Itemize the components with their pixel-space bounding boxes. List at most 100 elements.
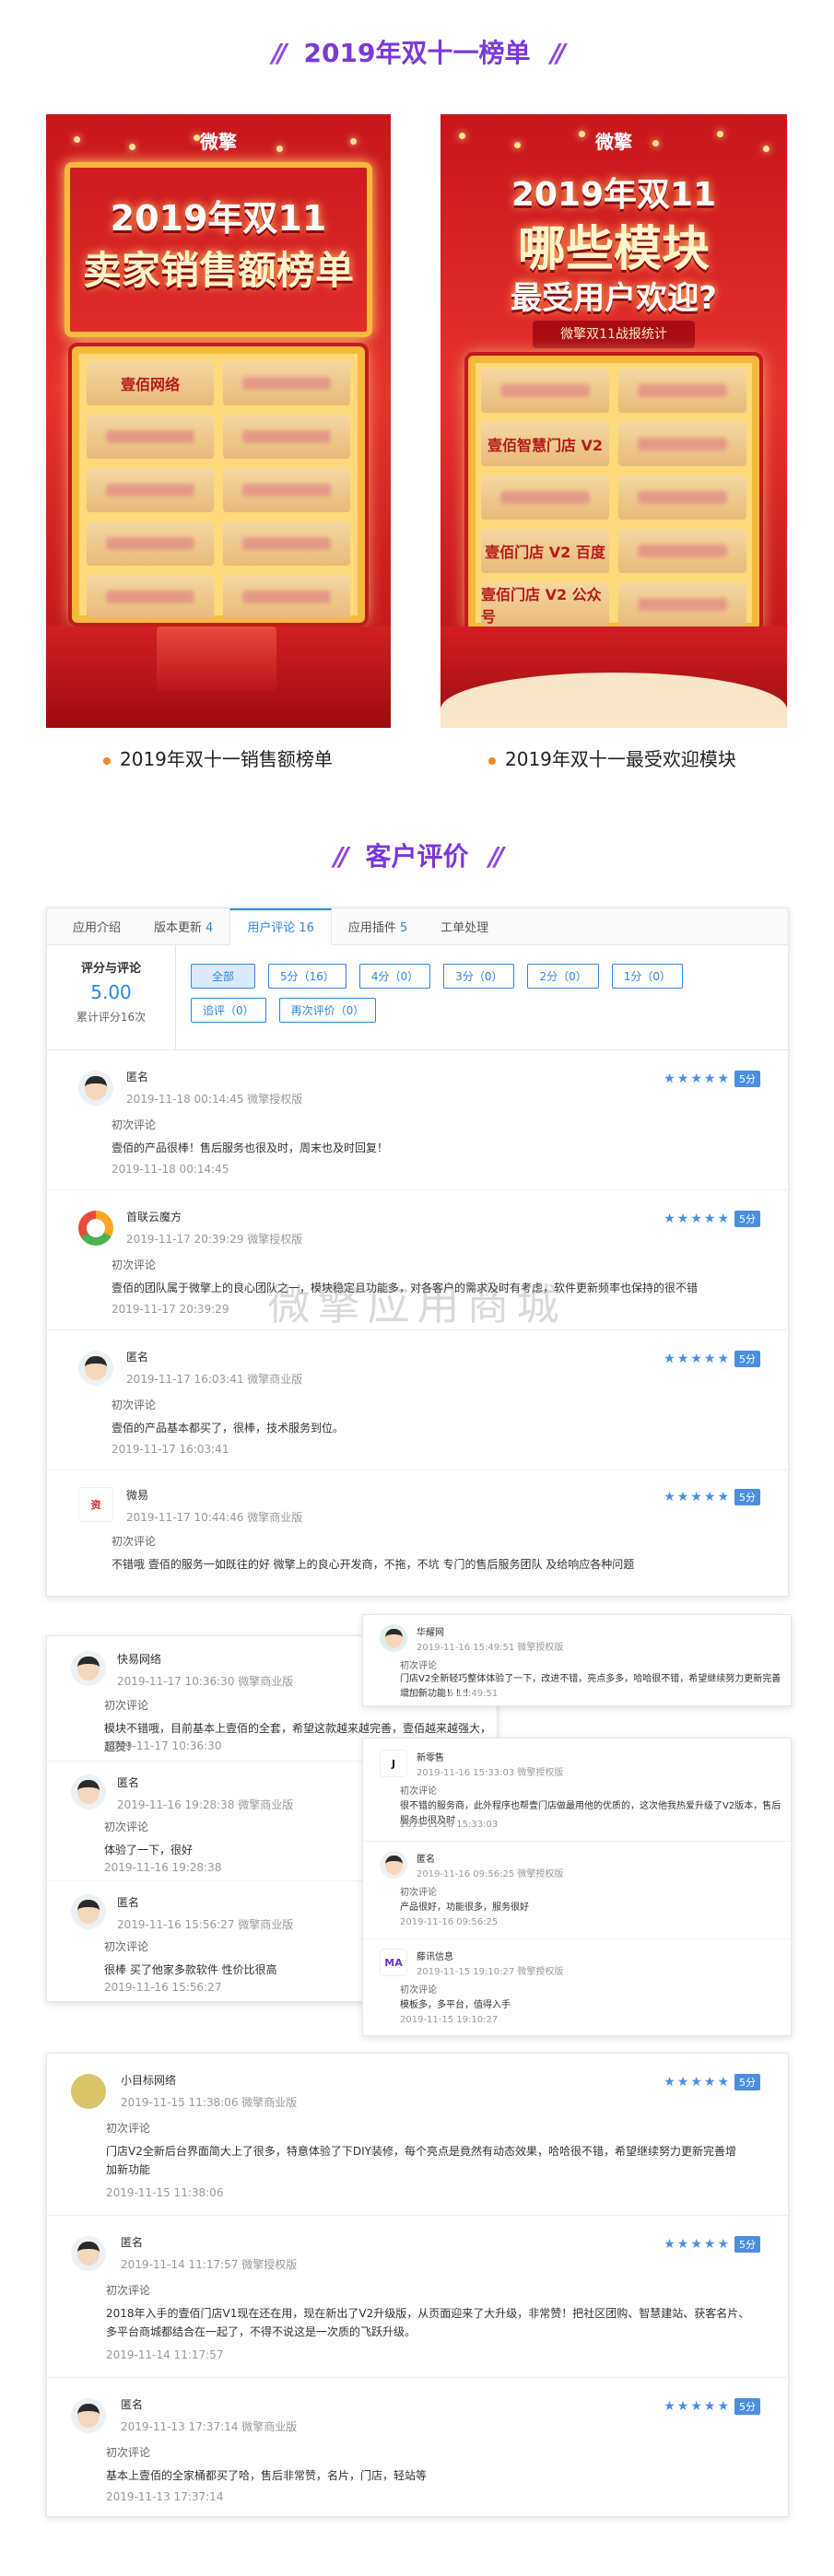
avatar-logo: J xyxy=(380,1750,407,1777)
review-kind: 初次评论 xyxy=(104,1940,149,1953)
ranking-cell-blurred xyxy=(223,468,350,512)
review-meta: 2019-11-14 11:17:57 微擎授权版 xyxy=(121,2258,298,2271)
review-user: 匿名 xyxy=(117,1896,140,1909)
avatar xyxy=(71,1774,106,1809)
poster-headline-2: 卖家销售额榜单 xyxy=(82,248,354,293)
review-kind: 初次评论 xyxy=(400,1786,437,1797)
module-cell-blurred xyxy=(618,422,746,466)
avatar-logo: MA xyxy=(380,1949,407,1976)
poster-headline-2: 哪些模块 xyxy=(517,222,710,277)
avatar xyxy=(71,1894,106,1929)
module-cell-blurred xyxy=(618,582,746,626)
tab-bar: 应用介绍 版本更新 4 用户评论 16 应用插件 5 工单处理 xyxy=(47,908,788,945)
rating-title: 评分与评论 xyxy=(80,962,141,976)
review-item: 小目标网络 2019-11-15 11:38:06 微擎商业版 初次评论 门店V… xyxy=(47,2054,788,2216)
module-cell: 壹佰门店 V2 公众号 xyxy=(481,582,609,626)
review-item: 匿名 2019-11-18 00:14:45 微擎授权版 初次评论 壹佰的产品很… xyxy=(47,1050,788,1190)
rating-stars: ★★★★★ 5分 xyxy=(664,1071,760,1087)
review-panel-collage-top-right: 华耀网 2019-11-16 15:49:51 微擎授权版 初次评论 门店V2全… xyxy=(362,1614,792,1706)
filter-2-star[interactable]: 2分（0） xyxy=(527,964,599,989)
review-text: 产品很好，功能很多，服务很好 xyxy=(400,1903,529,1913)
review-kind: 初次评论 xyxy=(106,2446,151,2459)
bullet-dot xyxy=(488,756,496,765)
poster-headline-1: 2019年双11 xyxy=(110,198,327,239)
avatar xyxy=(71,1651,106,1686)
review-user: 藤讯信息 xyxy=(417,1952,453,1962)
review-user: 新零售 xyxy=(417,1753,444,1763)
review-time: 2019-11-18 00:14:45 xyxy=(112,1163,229,1176)
rating-stars: ★★★★★ 5分 xyxy=(664,1489,760,1505)
review-item: 匿名 2019-11-16 09:56:25 微擎授权版 初次评论 产品很好，功… xyxy=(363,1842,791,1939)
ranking-cell-blurred xyxy=(87,575,214,619)
review-kind: 初次评论 xyxy=(112,1259,157,1271)
brand-logo: 微擎 xyxy=(200,131,237,153)
filter-follow-up[interactable]: 追评（0） xyxy=(191,998,266,1023)
review-meta: 2019-11-16 15:33:03 微擎授权版 xyxy=(417,1768,564,1778)
review-text: 不错哦 壹佰的服务一如既往的好 微擎上的良心开发商，不拖，不坑 专门的售后服务团… xyxy=(112,1558,635,1571)
review-time: 2019-11-15 11:38:06 xyxy=(106,2186,224,2199)
ribbon: 微擎双11战报统计 xyxy=(533,321,695,348)
avatar xyxy=(78,1211,113,1246)
tab-tickets[interactable]: 工单处理 xyxy=(424,918,505,944)
tab-user-reviews[interactable]: 用户评论 16 xyxy=(229,908,332,945)
ranking-cell-blurred xyxy=(223,361,350,405)
avatar xyxy=(78,1071,113,1106)
review-meta: 2019-11-15 11:38:06 微擎商业版 xyxy=(121,2096,298,2109)
filter-4-star[interactable]: 4分（0） xyxy=(358,964,431,989)
avatar-logo: 资 xyxy=(78,1487,113,1522)
review-time: 2019-11-16 09:56:25 xyxy=(400,1917,499,1927)
review-user: 匿名 xyxy=(121,2236,144,2249)
filter-5-star[interactable]: 5分（16） xyxy=(268,964,347,989)
watermark-text: 微擎应用商城 xyxy=(267,1280,567,1329)
review-user: 匿名 xyxy=(126,1351,149,1364)
review-time: 2019-11-16 15:33:03 xyxy=(400,1820,499,1830)
review-item: 匿名 2019-11-17 16:03:41 微擎商业版 初次评论 壹佰的产品基… xyxy=(47,1330,788,1470)
review-item: J 新零售 2019-11-16 15:33:03 微擎授权版 初次评论 很不错… xyxy=(363,1739,791,1842)
filter-1-star[interactable]: 1分（0） xyxy=(611,964,684,989)
review-item: 匿名 2019-11-13 17:37:14 微擎商业版 初次评论 基本上壹佰的… xyxy=(47,2378,788,2516)
review-meta: 2019-11-13 17:37:14 微擎商业版 xyxy=(121,2420,298,2433)
filter-re-review[interactable]: 再次评价（0） xyxy=(278,998,377,1023)
tab-app-plugins[interactable]: 应用插件 5 xyxy=(332,918,424,944)
review-kind: 初次评论 xyxy=(400,1985,437,1996)
review-meta: 2019-11-17 10:44:46 微擎商业版 xyxy=(126,1511,303,1524)
review-user: 华耀网 xyxy=(417,1628,444,1638)
ranking-cell-blurred xyxy=(223,521,350,566)
poster-sales-ranking: 微擎 2019年双11 卖家销售额榜单 壹佰网络 xyxy=(46,114,391,728)
caption-sales-ranking: 2019年双十一销售额榜单 xyxy=(103,744,333,771)
review-text: 门店V2全新后台界面简大上了很多，特意体验了下DIY装修，每个亮点是竟然有动态效… xyxy=(106,2145,736,2176)
tab-app-intro[interactable]: 应用介绍 xyxy=(56,918,137,944)
review-meta: 2019-11-15 19:10:27 微擎授权版 xyxy=(417,1967,564,1977)
module-cell-blurred xyxy=(481,369,609,413)
decor-slash-left: // xyxy=(272,38,288,68)
review-meta: 2019-11-17 10:36:30 微擎商业版 xyxy=(117,1675,294,1688)
review-kind: 初次评论 xyxy=(106,2284,151,2297)
filter-3-star[interactable]: 3分（0） xyxy=(443,964,515,989)
review-user: 匿名 xyxy=(417,1855,435,1865)
review-kind: 初次评论 xyxy=(400,1888,437,1898)
module-cell: 壹佰门店 V2 百度 xyxy=(481,529,609,573)
rating-score-box: 评分与评论 5.00 累计评分16次 xyxy=(47,945,176,1050)
review-user: 快易网络 xyxy=(117,1653,162,1666)
review-text: 壹佰的产品很棒！售后服务也很及时，周末也及时回复！ xyxy=(112,1142,389,1154)
review-meta: 2019-11-16 09:56:25 微擎授权版 xyxy=(417,1869,564,1879)
rating-total: 累计评分16次 xyxy=(76,1011,147,1024)
review-time: 2019-11-15 19:10:27 xyxy=(400,2015,499,2025)
bullet-dot xyxy=(103,756,111,765)
filter-all[interactable]: 全部 xyxy=(191,964,255,989)
review-meta: 2019-11-18 00:14:45 微擎授权版 xyxy=(126,1093,303,1106)
module-cell-blurred xyxy=(618,369,746,413)
tab-version-updates[interactable]: 版本更新 4 xyxy=(137,918,229,944)
review-user: 小目标网络 xyxy=(121,2074,177,2087)
review-panel-main: 应用介绍 版本更新 4 用户评论 16 应用插件 5 工单处理 评分与评论 5.00 … xyxy=(46,907,789,1597)
review-text: 模板多，多平台，值得入手 xyxy=(400,2000,511,2010)
rating-filters: 全部 5分（16） 4分（0） 3分（0） 2分（0） 1分（0） 追评（0） … xyxy=(191,964,707,1023)
avatar xyxy=(78,1351,113,1386)
module-cell-blurred xyxy=(481,475,609,520)
review-time: 2019-11-17 10:36:30 xyxy=(104,1739,222,1752)
review-kind: 初次评论 xyxy=(112,1399,157,1411)
ranking-grid: 壹佰网络 xyxy=(87,361,350,619)
caption-text: 2019年双十一最受欢迎模块 xyxy=(505,748,736,770)
module-cell-blurred xyxy=(618,475,746,520)
review-item: 匿名 2019-11-14 11:17:57 微擎授权版 初次评论 2018年入… xyxy=(47,2216,788,2378)
